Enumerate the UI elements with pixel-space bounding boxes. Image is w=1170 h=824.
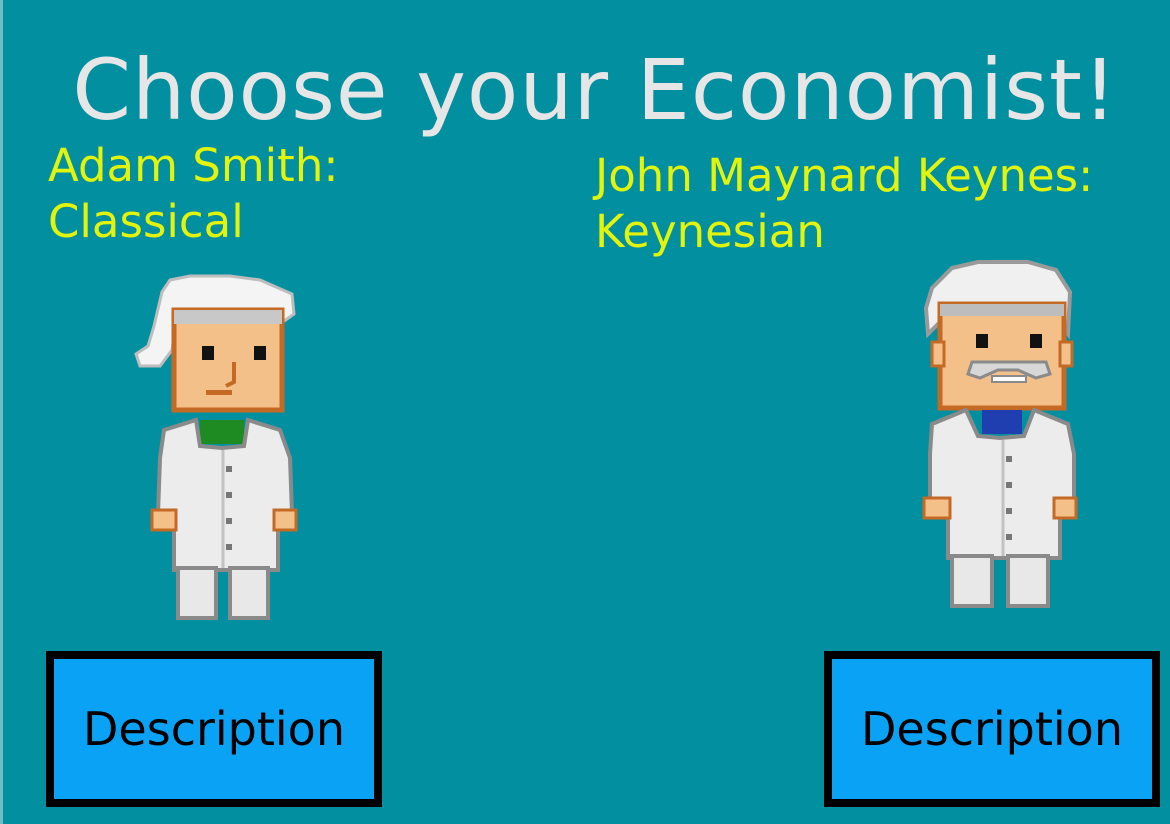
leg <box>176 566 218 620</box>
economist-label-keynes: John Maynard Keynes: Keynesian <box>595 148 1093 260</box>
shirt <box>982 410 1022 434</box>
adam-smith-sprite[interactable] <box>130 270 300 630</box>
eye <box>976 334 988 348</box>
keynes-sprite[interactable] <box>918 258 1083 618</box>
head <box>937 301 1067 411</box>
leg <box>228 566 270 620</box>
economist-name: Adam Smith: <box>48 139 339 192</box>
hand <box>1052 496 1078 520</box>
leg <box>950 554 994 608</box>
eye <box>1030 334 1042 348</box>
keynes-description-button[interactable]: Description <box>824 651 1160 807</box>
shirt <box>200 420 244 444</box>
leg <box>1006 554 1050 608</box>
screen-title: Choose your Economist! <box>72 41 1118 139</box>
hand <box>272 508 298 532</box>
economist-name: John Maynard Keynes: <box>595 149 1094 202</box>
smith-description-button[interactable]: Description <box>46 651 382 807</box>
economist-school: Keynesian <box>595 205 825 258</box>
hand <box>922 496 952 520</box>
character-select-screen: Choose your Economist! Adam Smith: Class… <box>0 0 1170 824</box>
hand <box>150 508 178 532</box>
economist-label-smith: Adam Smith: Classical <box>48 138 339 250</box>
economist-school: Classical <box>48 195 244 248</box>
eye <box>202 346 214 360</box>
eye <box>254 346 266 360</box>
